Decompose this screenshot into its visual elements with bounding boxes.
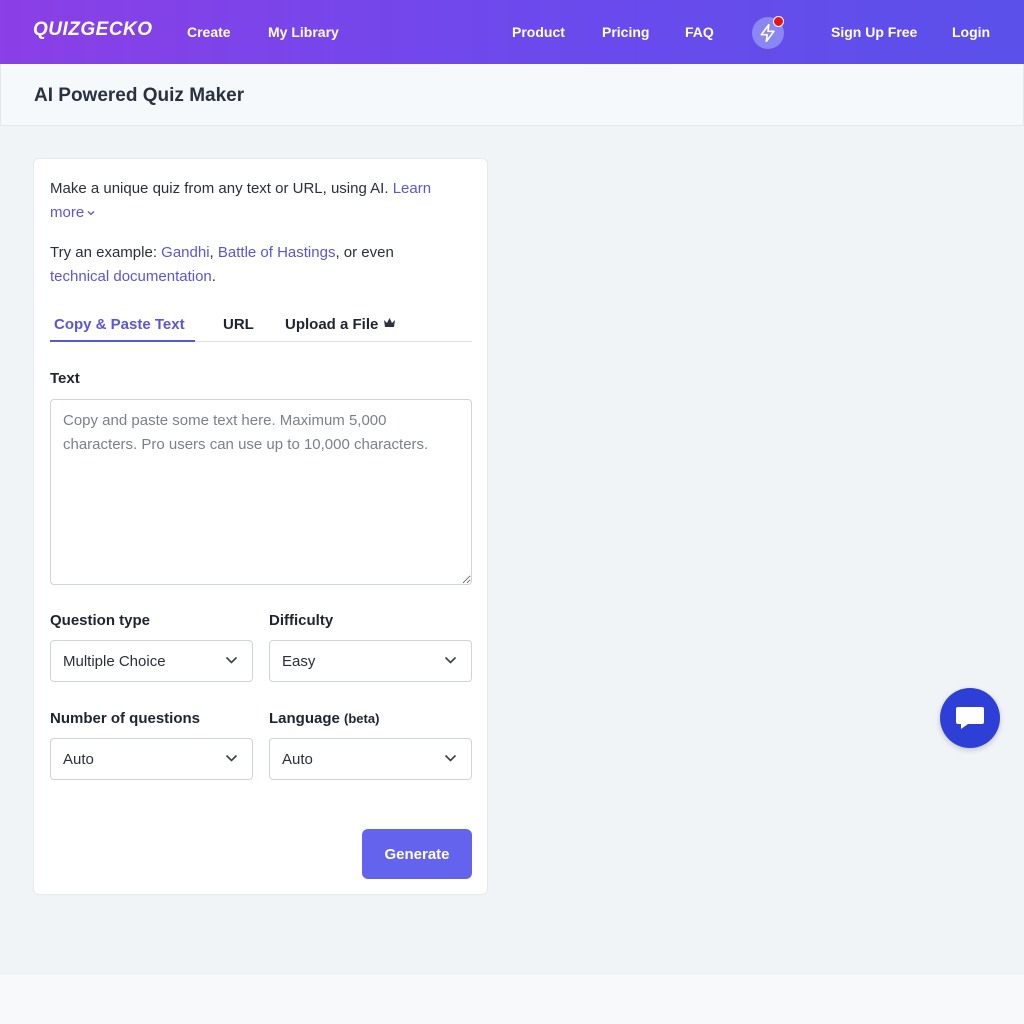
language-label-text: Language [269, 710, 340, 727]
example-gandhi-link[interactable]: Gandhi [161, 244, 209, 261]
difficulty-label: Difficulty [269, 612, 334, 629]
language-label: Language (beta) [269, 710, 379, 727]
input-tabs: Copy & Paste Text URL Upload a File [50, 313, 472, 342]
chevron-down-icon [87, 211, 95, 216]
num-questions-label: Number of questions [50, 710, 201, 727]
page-title: AI Powered Quiz Maker [34, 85, 245, 106]
difficulty-select[interactable]: Easy [269, 640, 472, 682]
language-beta-tag: (beta) [344, 711, 380, 726]
chat-button[interactable] [940, 688, 1000, 748]
active-tab-indicator [50, 340, 195, 342]
generate-button[interactable]: Generate [362, 829, 472, 879]
intro-description: Make a unique quiz from any text or URL,… [50, 180, 389, 197]
top-navbar: QUIZGECKO Create My Library Product Pric… [0, 0, 1024, 64]
examples-or-even: , or even [335, 244, 394, 261]
notification-dot [773, 16, 784, 27]
language-select[interactable]: Auto [269, 738, 472, 780]
tab-upload-file-label: Upload a File [285, 316, 379, 333]
language-value: Auto [282, 751, 313, 768]
intro-text: Make a unique quiz from any text or URL,… [50, 177, 470, 225]
text-input[interactable] [50, 399, 472, 585]
chevron-down-icon [444, 754, 457, 762]
question-type-label: Question type [50, 612, 151, 629]
nav-product[interactable]: Product [512, 24, 565, 40]
examples-period: . [211, 268, 216, 285]
example-tech-docs-link[interactable]: technical documentation [50, 268, 212, 285]
chat-icon [956, 707, 984, 729]
chevron-down-icon [225, 656, 238, 664]
footer [0, 975, 1024, 1024]
question-type-select[interactable]: Multiple Choice [50, 640, 253, 682]
difficulty-value: Easy [282, 653, 316, 670]
nav-pricing[interactable]: Pricing [602, 24, 649, 40]
examples-prefix: Try an example: [50, 244, 157, 261]
nav-faq[interactable]: FAQ [685, 24, 714, 40]
logo[interactable]: QUIZGECKO [33, 19, 153, 41]
examples-text: Try an example: Gandhi, Battle of Hastin… [50, 244, 394, 285]
tab-upload-file[interactable]: Upload a File [285, 316, 396, 333]
example-hastings-link[interactable]: Battle of Hastings [218, 244, 336, 261]
nav-my-library[interactable]: My Library [268, 24, 339, 40]
text-label: Text [50, 370, 80, 387]
page-header: AI Powered Quiz Maker [0, 64, 1024, 126]
crown-icon [383, 318, 395, 327]
tab-url[interactable]: URL [223, 316, 254, 333]
nav-signup[interactable]: Sign Up Free [831, 24, 917, 40]
num-questions-select[interactable]: Auto [50, 738, 253, 780]
chevron-down-icon [444, 656, 457, 664]
question-type-value: Multiple Choice [63, 653, 166, 670]
chevron-down-icon [225, 754, 238, 762]
nav-login[interactable]: Login [952, 24, 990, 40]
quiz-maker-card: Make a unique quiz from any text or URL,… [33, 158, 488, 895]
tab-copy-paste[interactable]: Copy & Paste Text [54, 316, 185, 333]
nav-create[interactable]: Create [187, 24, 231, 40]
num-questions-value: Auto [63, 751, 94, 768]
